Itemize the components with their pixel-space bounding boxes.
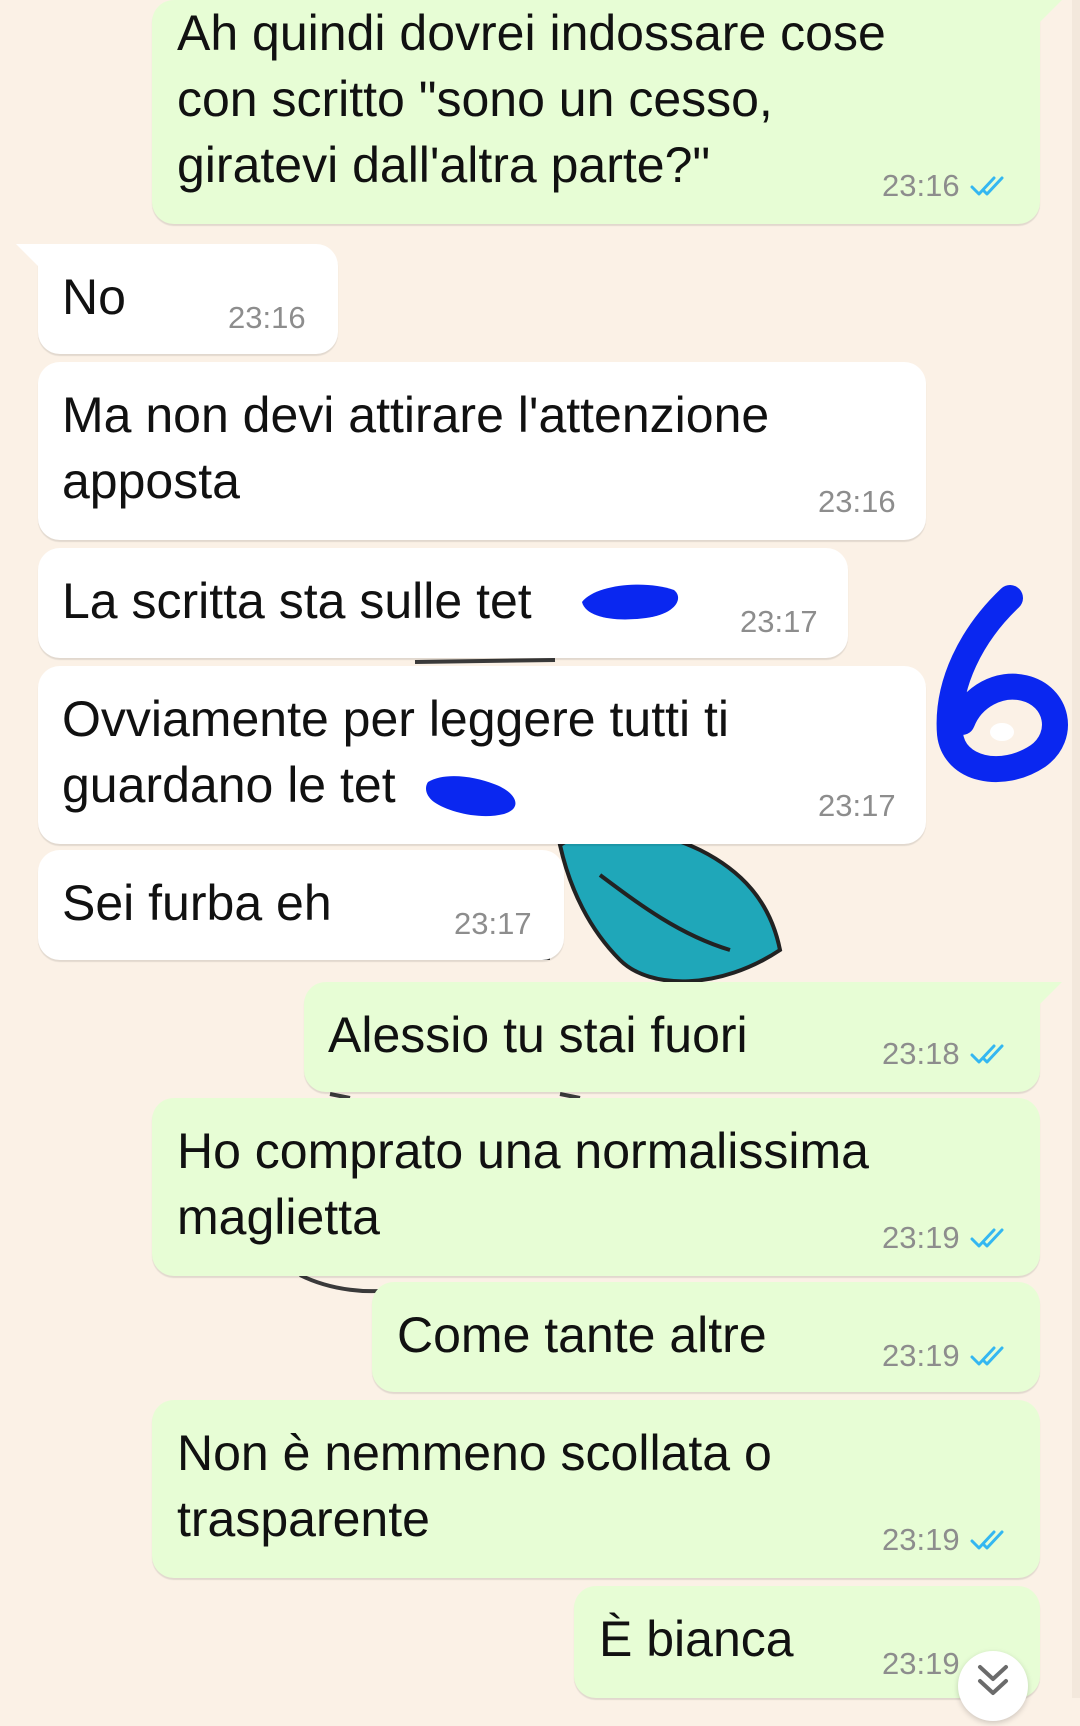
message-meta: 23:19 [882,1522,1010,1558]
window-edge [1072,0,1080,1698]
read-ticks-icon [970,176,1004,196]
message-text: Come tante altre [397,1307,767,1363]
message-bubble-sent[interactable]: Ho comprato una normalissima maglietta 2… [152,1098,1040,1276]
message-text: Alessio tu stai fuori [328,1007,748,1063]
message-time: 23:16 [228,300,306,335]
message-time: 23:17 [818,788,896,823]
message-time: 23:17 [740,604,818,639]
read-ticks-icon [970,1530,1004,1550]
message-text: Sei furba eh [62,875,332,931]
read-ticks-icon [970,1228,1004,1248]
message-text: Ovviamente per leggere tutti ti guardano… [62,691,729,813]
double-chevron-down-icon [978,1665,1008,1695]
message-time: 23:19 [882,1338,960,1373]
message-bubble-sent[interactable]: Alessio tu stai fuori 23:18 [304,982,1062,1092]
message-meta: 23:19 [882,1338,1010,1374]
message-time: 23:16 [818,484,896,519]
message-meta: 23:17 [818,788,896,824]
handwritten-annotation [936,585,1068,782]
message-meta: 23:16 [882,168,1010,204]
message-bubble-sent[interactable]: Ah quindi dovrei indossare cose con scri… [152,0,1062,224]
message-bubble-sent[interactable]: Non è nemmeno scollata o trasparente 23:… [152,1400,1040,1578]
message-text: La scritta sta sulle tet [62,573,532,629]
message-meta: 23:17 [454,906,532,942]
message-meta: 23:17 [740,604,818,640]
message-text: No [62,269,126,325]
message-time: 23:19 [882,1220,960,1255]
message-bubble-received[interactable]: No 23:16 [16,244,338,354]
message-text: Non è nemmeno scollata o trasparente [177,1425,772,1547]
message-bubble-received[interactable]: Sei furba eh 23:17 [38,850,564,960]
message-time: 23:18 [882,1036,960,1071]
message-bubble-sent[interactable]: Come tante altre 23:19 [372,1282,1040,1392]
scroll-to-bottom-button[interactable] [958,1651,1028,1721]
message-time: 23:16 [882,168,960,203]
message-text: Ho comprato una normalissima maglietta [177,1123,869,1245]
message-time: 23:17 [454,906,532,941]
message-bubble-received[interactable]: Ma non devi attirare l'attenzione appost… [38,362,926,540]
message-bubble-received[interactable]: La scritta sta sulle tet 23:17 [38,548,848,658]
message-time: 23:19 [882,1522,960,1557]
message-meta: 23:16 [818,484,896,520]
message-text: Ma non devi attirare l'attenzione appost… [62,387,770,509]
message-time: 23:19 [882,1646,960,1681]
message-meta: 23:18 [882,1036,1010,1072]
message-text: Ah quindi dovrei indossare cose con scri… [177,5,886,193]
read-ticks-icon [970,1346,1004,1366]
read-ticks-icon [970,1044,1004,1064]
message-text: È bianca [599,1611,794,1667]
message-bubble-received[interactable]: Ovviamente per leggere tutti ti guardano… [38,666,926,844]
message-meta: 23:19 [882,1220,1010,1256]
message-meta: 23:16 [228,300,306,336]
